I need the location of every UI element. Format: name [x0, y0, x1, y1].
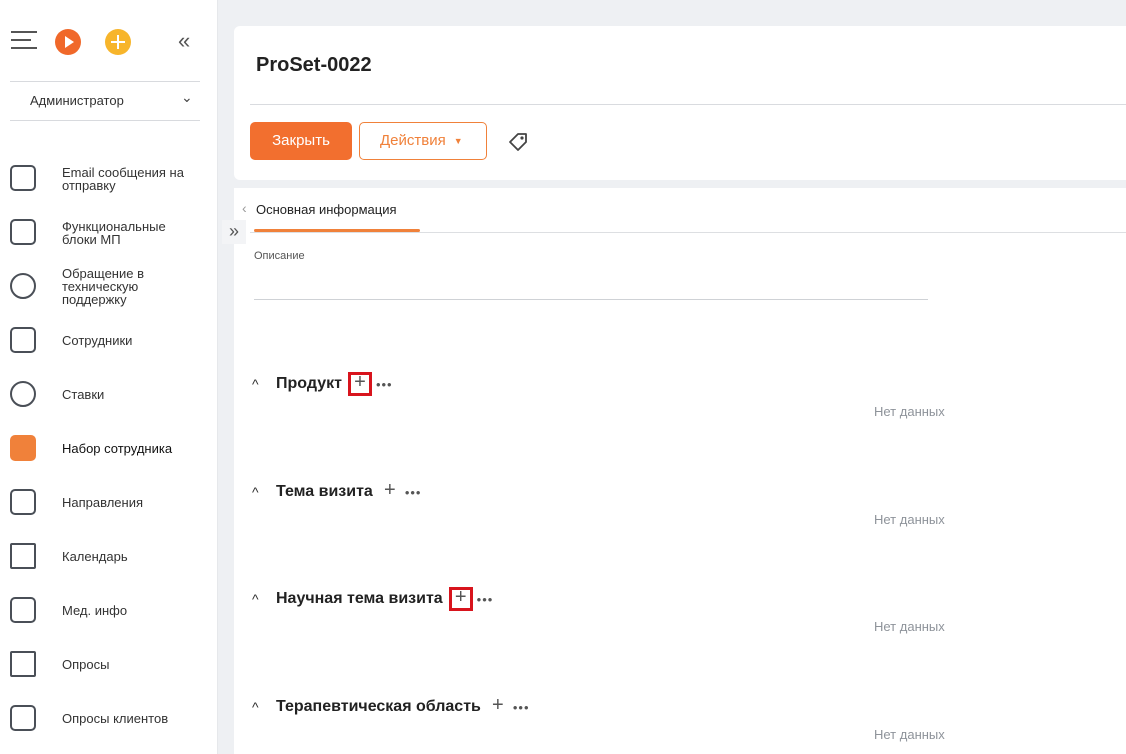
sidebar-item-label: Опросы клиентов: [62, 711, 169, 726]
more-icon[interactable]: •••: [376, 377, 393, 392]
divider: [10, 120, 200, 121]
message-icon: [10, 597, 36, 623]
sidebar-item-functional-blocks[interactable]: Функциональные блоки МП: [0, 209, 218, 263]
sidebar-nav: Email сообщения на отправку Функциональн…: [0, 155, 218, 749]
page-title: ProSet-0022: [256, 54, 372, 76]
blocks-icon: [10, 219, 36, 245]
envelope-icon: [10, 165, 36, 191]
description-label: Описание: [254, 250, 305, 262]
divider: [10, 81, 200, 82]
sidebar-item-employee-set[interactable]: Набор сотрудника: [0, 425, 218, 479]
sidebar-item-employees[interactable]: Сотрудники: [0, 317, 218, 371]
section-visit-topic: ^ Тема визита + ••• Нет данных: [234, 479, 1126, 569]
section-therapeutic-area: ^ Терапевтическая область + ••• Нет данн…: [234, 694, 1126, 754]
divider: [250, 104, 1126, 105]
sidebar: « Администратор ⌄ Email сообщения на отп…: [0, 0, 218, 754]
record-content: » ‹ Основная информация Описание ^ Проду…: [222, 188, 1126, 754]
add-icon[interactable]: +: [379, 480, 401, 503]
actions-dropdown-button[interactable]: Действия ▼: [359, 122, 487, 160]
empty-state: Нет данных: [874, 512, 945, 527]
employee-set-icon: [10, 435, 36, 461]
record-header: ProSet-0022 Закрыть Действия ▼: [234, 26, 1126, 180]
menu-icon[interactable]: [11, 31, 37, 51]
close-button[interactable]: Закрыть: [250, 122, 352, 160]
sidebar-item-rates[interactable]: Ставки: [0, 371, 218, 425]
role-label: Администратор: [30, 93, 124, 108]
description-field[interactable]: [254, 299, 928, 300]
employee-icon: [10, 327, 36, 353]
sidebar-item-med-info[interactable]: Мед. инфо: [0, 587, 218, 641]
sidebar-item-label: Ставки: [62, 387, 105, 402]
add-icon[interactable]: [105, 29, 131, 55]
empty-state: Нет данных: [874, 727, 945, 742]
sidebar-item-email[interactable]: Email сообщения на отправку: [0, 155, 218, 209]
sidebar-item-label: Обращение в техническую поддержку: [62, 266, 144, 307]
chevron-down-icon: ⌄: [181, 89, 193, 105]
chevron-up-icon[interactable]: ^: [252, 699, 276, 715]
sidebar-item-label: Набор сотрудника: [62, 441, 173, 456]
section-title: Научная тема визита: [276, 590, 443, 607]
role-select[interactable]: Администратор ⌄: [0, 88, 218, 114]
section-title: Тема визита: [276, 483, 373, 500]
sidebar-item-surveys[interactable]: Опросы: [0, 641, 218, 695]
sidebar-item-label: Email сообщения на отправку: [62, 165, 184, 193]
actions-label: Действия: [380, 132, 446, 149]
survey-icon: [10, 651, 36, 677]
section-scientific-topic: ^ Научная тема визита + ••• Нет данных: [234, 586, 1126, 676]
sidebar-item-support[interactable]: Обращение в техническую поддержку: [0, 263, 218, 317]
play-icon[interactable]: [55, 29, 81, 55]
collapse-sidebar-icon[interactable]: «: [178, 29, 190, 53]
chevron-left-icon[interactable]: ‹: [242, 200, 247, 216]
chevron-up-icon[interactable]: ^: [252, 484, 276, 500]
client-survey-icon: [10, 705, 36, 731]
section-title: Терапевтическая область: [276, 698, 481, 715]
sidebar-item-label: Направления: [62, 495, 144, 510]
sidebar-item-directions[interactable]: Направления: [0, 479, 218, 533]
document-icon: [10, 489, 36, 515]
more-icon[interactable]: •••: [477, 592, 494, 607]
sidebar-top-bar: «: [0, 20, 218, 70]
flag-icon: [10, 543, 36, 569]
sidebar-item-label: Мед. инфо: [62, 603, 128, 618]
section-product: ^ Продукт + ••• Нет данных: [234, 371, 1126, 461]
rates-icon: [10, 381, 36, 407]
add-icon[interactable]: +: [487, 695, 509, 718]
more-icon[interactable]: •••: [513, 700, 530, 715]
tab-main-info[interactable]: Основная информация: [256, 202, 397, 217]
add-icon[interactable]: +: [347, 372, 372, 396]
caret-down-icon: ▼: [453, 136, 463, 147]
empty-state: Нет данных: [874, 619, 945, 634]
sidebar-item-label: Опросы: [62, 657, 110, 672]
chevron-up-icon[interactable]: ^: [252, 376, 276, 392]
sidebar-item-label: Календарь: [62, 549, 128, 564]
tag-icon[interactable]: [508, 132, 528, 152]
sidebar-item-calendar[interactable]: Календарь: [0, 533, 218, 587]
add-icon[interactable]: +: [448, 587, 473, 611]
more-icon[interactable]: •••: [405, 485, 422, 500]
chevron-up-icon[interactable]: ^: [252, 591, 276, 607]
sidebar-item-label: Функциональные блоки МП: [62, 219, 166, 247]
sidebar-item-label: Сотрудники: [62, 333, 133, 348]
empty-state: Нет данных: [874, 404, 945, 419]
section-title: Продукт: [276, 375, 342, 392]
divider: [250, 232, 1126, 233]
expand-panel-icon[interactable]: »: [222, 220, 246, 244]
chat-icon: [10, 273, 36, 299]
sidebar-item-client-surveys[interactable]: Опросы клиентов: [0, 695, 218, 749]
